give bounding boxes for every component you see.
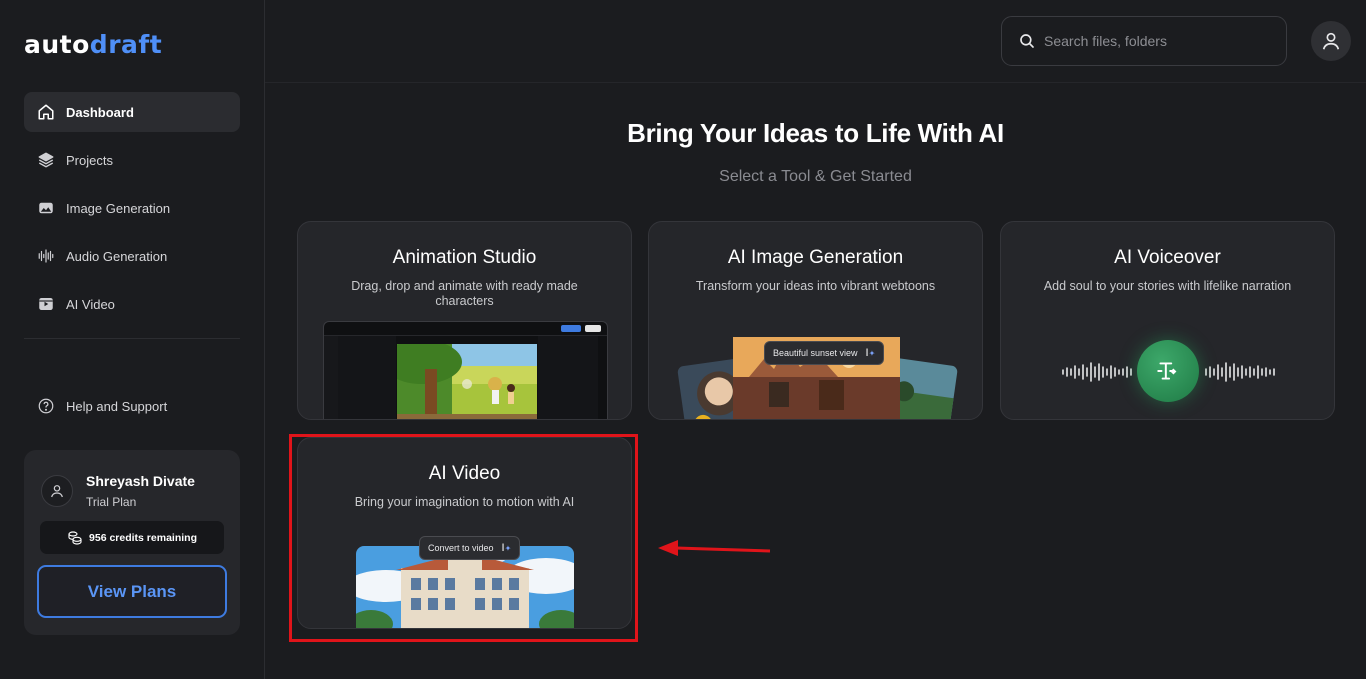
user-plan: Trial Plan xyxy=(86,495,137,509)
text-cursor-icon: I✦ xyxy=(865,347,876,359)
help-icon xyxy=(37,397,55,415)
page-title: Bring Your Ideas to Life With AI xyxy=(627,118,1004,148)
highlight-box xyxy=(289,434,638,642)
page-subtitle: Select a Tool & Get Started xyxy=(719,168,912,185)
search-input[interactable] xyxy=(1044,33,1264,49)
card-animation-studio[interactable]: Animation Studio Drag, drop and animate … xyxy=(297,221,632,420)
sidebar-item-image-generation[interactable]: Image Generation xyxy=(24,188,240,228)
app-logo[interactable]: autodraft xyxy=(24,30,162,59)
image-icon xyxy=(37,199,55,217)
card-description: Drag, drop and animate with ready made c… xyxy=(351,279,578,308)
video-icon xyxy=(37,295,55,313)
sidebar: autodraft Dashboard Projects Image Gener… xyxy=(0,0,265,679)
card-ai-voiceover[interactable]: AI Voiceover Add soul to your stories wi… xyxy=(1000,221,1335,420)
user-icon xyxy=(51,485,63,498)
layers-icon xyxy=(37,151,55,169)
avatar[interactable] xyxy=(41,475,73,507)
animation-studio-preview xyxy=(323,321,608,419)
user-icon xyxy=(1322,32,1340,50)
user-card: Shreyash Divate Trial Plan 956 credits r… xyxy=(24,450,240,635)
sidebar-item-dashboard[interactable]: Dashboard xyxy=(24,92,240,132)
credits-badge: 956 credits remaining xyxy=(40,521,224,554)
sidebar-nav: Dashboard Projects Image Generation Audi… xyxy=(24,92,240,332)
view-plans-button[interactable]: View Plans xyxy=(37,565,227,618)
search-box[interactable] xyxy=(1001,16,1287,66)
home-icon xyxy=(37,103,55,121)
card-title: AI Image Generation xyxy=(727,247,904,268)
voiceover-mic-icon xyxy=(1137,340,1199,402)
search-icon xyxy=(1020,34,1034,48)
user-name: Shreyash Divate xyxy=(86,473,195,489)
sidebar-item-label: AI Video xyxy=(66,296,115,312)
card-title: AI Voiceover xyxy=(1114,247,1221,268)
scene-illustration xyxy=(397,344,537,419)
sidebar-item-help[interactable]: Help and Support xyxy=(24,386,240,426)
sidebar-item-ai-video[interactable]: AI Video xyxy=(24,284,240,324)
sidebar-divider xyxy=(24,338,240,339)
coins-icon xyxy=(68,530,82,545)
topbar-divider xyxy=(265,82,1366,83)
card-ai-image-generation[interactable]: AI Image Generation Transform your ideas… xyxy=(648,221,983,420)
card-description: Transform your ideas into vibrant webtoo… xyxy=(695,279,936,293)
sidebar-item-label: Help and Support xyxy=(66,398,168,414)
card-title: Animation Studio xyxy=(392,247,537,268)
sidebar-item-label: Audio Generation xyxy=(66,248,168,264)
sidebar-item-audio-generation[interactable]: Audio Generation xyxy=(24,236,240,276)
sidebar-item-label: Image Generation xyxy=(66,200,171,216)
sidebar-item-label: Dashboard xyxy=(66,104,134,120)
sidebar-item-projects[interactable]: Projects xyxy=(24,140,240,180)
card-description: Add soul to your stories with lifelike n… xyxy=(1043,279,1292,293)
image-prompt-tooltip: Beautiful sunset view I✦ xyxy=(764,341,885,365)
help-section: Help and Support xyxy=(24,386,240,434)
sidebar-item-label: Projects xyxy=(66,152,113,168)
profile-avatar[interactable] xyxy=(1311,21,1351,61)
annotation-arrow-icon xyxy=(658,540,771,556)
waveform-icon xyxy=(37,247,55,265)
